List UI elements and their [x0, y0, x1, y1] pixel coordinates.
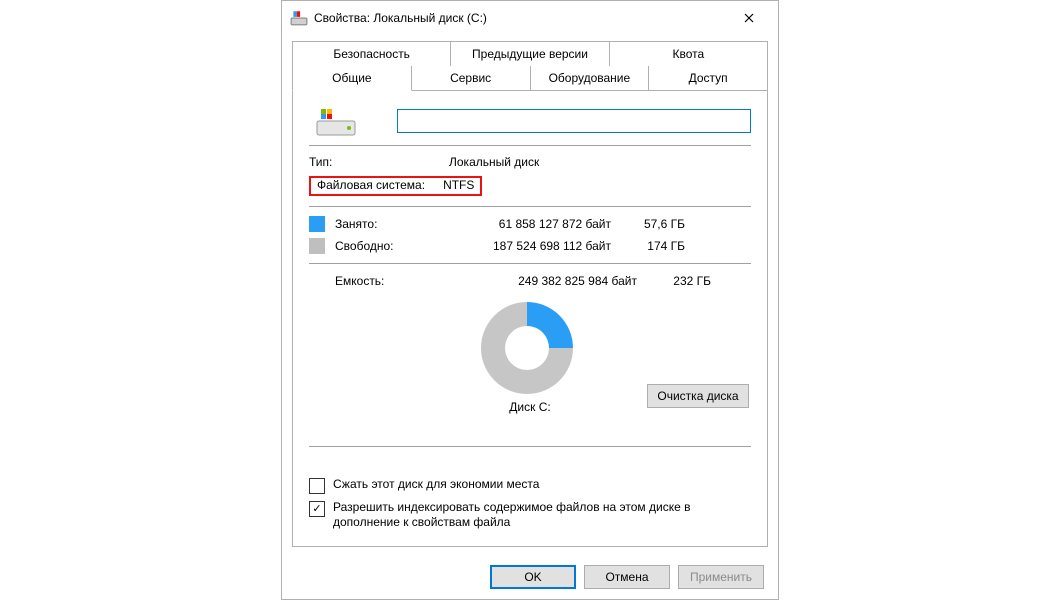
free-label: Свободно: [335, 239, 441, 253]
used-human: 57,6 ГБ [611, 217, 685, 231]
apply-button[interactable]: Применить [678, 565, 764, 589]
tab-quota[interactable]: Квота [610, 41, 768, 66]
filesystem-value: NTFS [431, 178, 474, 192]
compress-label: Сжать этот диск для экономии места [333, 477, 751, 492]
type-label: Тип: [309, 155, 449, 169]
tab-tools[interactable]: Сервис [412, 66, 531, 91]
capacity-human: 232 ГБ [637, 274, 711, 288]
index-label: Разрешить индексировать содержимое файло… [333, 500, 751, 530]
tab-sharing[interactable]: Доступ [649, 66, 768, 91]
checkbox-icon [309, 478, 325, 494]
usage-donut-icon [481, 302, 573, 394]
tab-area: Безопасность Предыдущие версии Квота Общ… [282, 35, 778, 547]
filesystem-label: Файловая система: [311, 178, 431, 192]
tabs-row-1: Безопасность Предыдущие версии Квота [292, 41, 768, 66]
type-value: Локальный диск [449, 155, 751, 169]
used-swatch [309, 216, 325, 232]
free-human: 174 ГБ [611, 239, 685, 253]
drive-icon [315, 105, 357, 137]
dialog-buttons: OK Отмена Применить [490, 565, 764, 589]
usage-chart-wrap: Диск C: Очистка диска [309, 298, 751, 418]
tab-previous-versions[interactable]: Предыдущие версии [451, 41, 609, 66]
disk-cleanup-button[interactable]: Очистка диска [647, 384, 749, 408]
free-swatch [309, 238, 325, 254]
properties-dialog: Свойства: Локальный диск (C:) Безопаснос… [281, 0, 779, 600]
drive-title-icon [290, 9, 308, 27]
window-title: Свойства: Локальный диск (C:) [314, 11, 726, 25]
tab-security[interactable]: Безопасность [292, 41, 451, 66]
used-bytes: 61 858 127 872 байт [441, 217, 611, 231]
capacity-bytes: 249 382 825 984 байт [467, 274, 637, 288]
tabs-row-2: Общие Сервис Оборудование Доступ [292, 66, 768, 91]
tab-hardware[interactable]: Оборудование [531, 66, 650, 91]
general-panel: Тип: Локальный диск Файловая система: NT… [292, 91, 768, 547]
close-button[interactable] [726, 3, 772, 33]
checkbox-checked-icon [309, 501, 325, 517]
cancel-button[interactable]: Отмена [584, 565, 670, 589]
used-label: Занято: [335, 217, 441, 231]
index-checkbox[interactable]: Разрешить индексировать содержимое файло… [309, 500, 751, 530]
options-block: Сжать этот диск для экономии места Разре… [309, 471, 751, 530]
usage-block: Занято: 61 858 127 872 байт 57,6 ГБ Своб… [309, 213, 751, 257]
titlebar: Свойства: Локальный диск (C:) [282, 1, 778, 35]
free-bytes: 187 524 698 112 байт [441, 239, 611, 253]
volume-label-input[interactable] [397, 109, 751, 133]
tab-general[interactable]: Общие [292, 66, 412, 91]
compress-checkbox[interactable]: Сжать этот диск для экономии места [309, 477, 751, 494]
ok-button[interactable]: OK [490, 565, 576, 589]
filesystem-highlight: Файловая система: NTFS [309, 176, 482, 196]
capacity-label: Емкость: [309, 274, 467, 288]
